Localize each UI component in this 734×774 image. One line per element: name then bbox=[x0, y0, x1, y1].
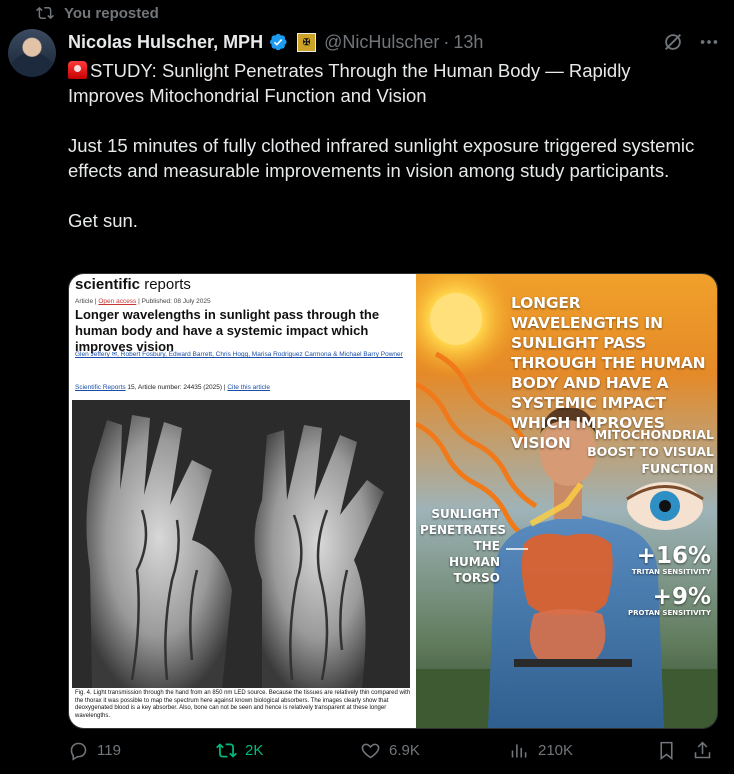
like-button[interactable]: 6.9K bbox=[360, 740, 420, 761]
repost-action-icon bbox=[216, 743, 237, 758]
paper-citation: Scientific Reports 15, Article number: 2… bbox=[75, 384, 270, 391]
author-handle[interactable]: @NicHulscher bbox=[324, 32, 439, 53]
views-icon bbox=[511, 744, 527, 758]
repost-icon bbox=[36, 6, 54, 20]
post-time[interactable]: 13h bbox=[453, 32, 483, 53]
stat-tritan-label: TRITAN SENSITIVITY bbox=[631, 568, 711, 576]
figure-caption: Fig. 4. Light transmission through the h… bbox=[75, 690, 411, 719]
heart-icon bbox=[361, 743, 380, 759]
reply-icon bbox=[70, 742, 87, 761]
tweet-header: Nicolas Hulscher, MPH ✠ @NicHulscher · 1… bbox=[68, 30, 720, 54]
more-options-icon[interactable] bbox=[698, 31, 720, 53]
repost-count: 2K bbox=[245, 742, 264, 759]
paper-title: Longer wavelengths in sunlight pass thro… bbox=[75, 307, 380, 354]
share-icon bbox=[694, 741, 711, 759]
dot-separator: · bbox=[443, 31, 450, 52]
reply-count: 119 bbox=[97, 742, 121, 759]
paper-image[interactable]: scientific reports Article | Open access… bbox=[69, 274, 416, 728]
verified-badge-icon[interactable] bbox=[268, 32, 288, 52]
repost-context-text: You reposted bbox=[64, 4, 159, 22]
author-name[interactable]: Nicolas Hulscher, MPH bbox=[68, 32, 263, 53]
share-button[interactable] bbox=[692, 740, 713, 761]
like-count: 6.9K bbox=[389, 742, 420, 759]
hand-xray-image bbox=[72, 400, 410, 688]
siren-emoji-icon bbox=[68, 61, 87, 79]
tweet-paragraph: Just 15 minutes of fully clothed infrare… bbox=[68, 135, 695, 181]
avatar[interactable] bbox=[8, 29, 56, 77]
tweet-closing: Get sun. bbox=[68, 210, 138, 231]
affiliation-badge-icon[interactable]: ✠ bbox=[297, 32, 317, 52]
journal-logo: scientific reports bbox=[75, 276, 191, 293]
stat-protan: +9% PROTAN SENSITIVITY bbox=[628, 585, 711, 618]
stat-tritan-value: +16% bbox=[636, 543, 711, 569]
tweet-text: STUDY: Sunlight Penetrates Through the H… bbox=[68, 58, 708, 258]
stat-protan-value: +9% bbox=[652, 584, 711, 610]
infographic-image[interactable]: LONGER WAVELENGTHS IN SUNLIGHT PASS THRO… bbox=[416, 274, 717, 728]
grok-icon[interactable] bbox=[662, 31, 684, 53]
repost-button[interactable]: 2K bbox=[216, 740, 263, 761]
views-button[interactable]: 210K bbox=[509, 740, 573, 761]
bookmark-button[interactable] bbox=[656, 740, 677, 761]
action-bar: 119 2K 6.9K 210K bbox=[68, 740, 718, 768]
repost-context[interactable]: You reposted bbox=[36, 4, 159, 22]
bookmark-icon bbox=[660, 741, 673, 760]
stat-tritan: +16% TRITAN SENSITIVITY bbox=[632, 544, 711, 577]
header-actions bbox=[662, 31, 720, 53]
tweet-headline: STUDY: Sunlight Penetrates Through the H… bbox=[68, 60, 631, 106]
infographic-mito-label: MITOCHONDRIAL BOOST TO VISUAL FUNCTION bbox=[587, 427, 714, 476]
stat-protan-label: PROTAN SENSITIVITY bbox=[628, 609, 711, 617]
reply-button[interactable]: 119 bbox=[68, 740, 121, 761]
views-count: 210K bbox=[538, 742, 574, 759]
infographic-penetrates-label: SUNLIGHT PENETRATES THE HUMAN TORSO bbox=[420, 507, 507, 585]
paper-authors: Glen Jeffery ✉, Robert Fosbury, Edward B… bbox=[75, 351, 403, 358]
paper-meta: Article | Open access | Published: 08 Ju… bbox=[75, 298, 211, 305]
media-card[interactable]: scientific reports Article | Open access… bbox=[68, 273, 718, 729]
